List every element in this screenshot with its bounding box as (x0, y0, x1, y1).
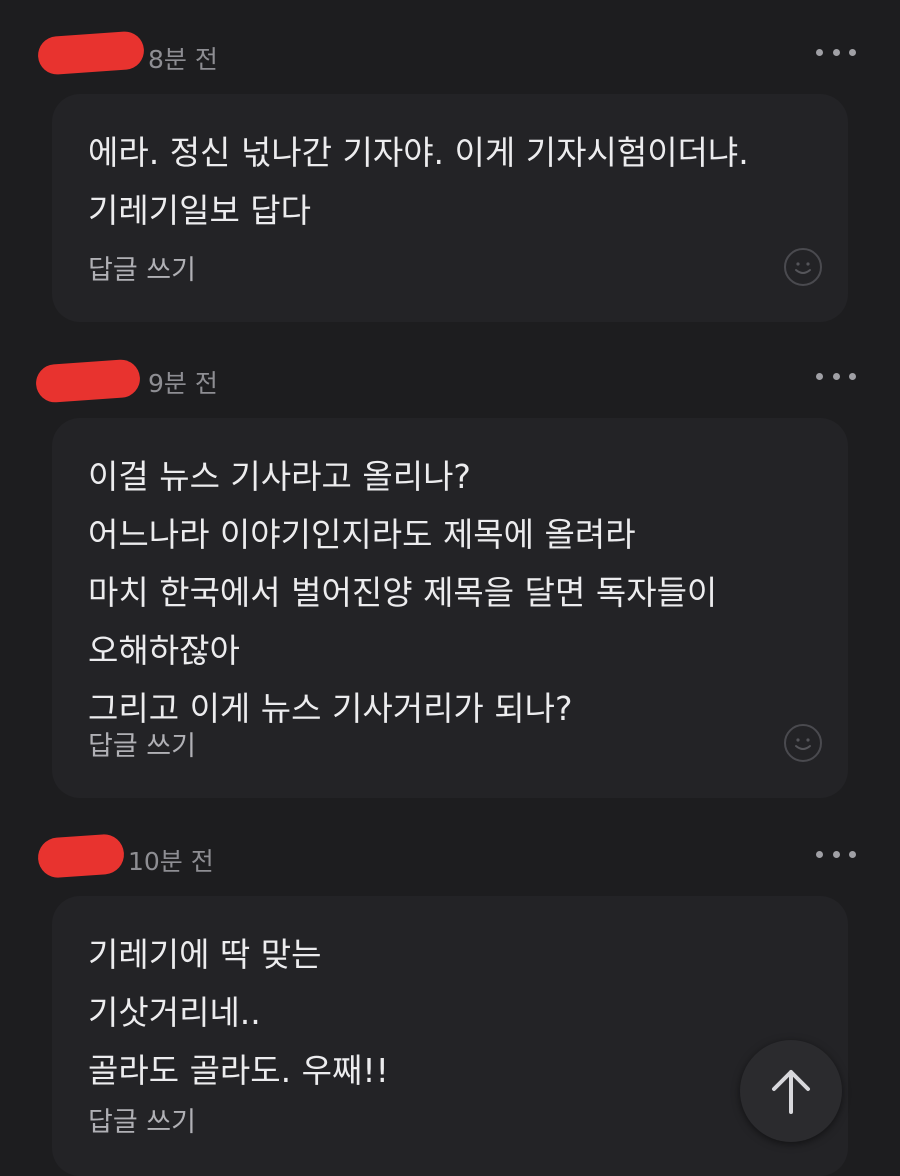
comment-timestamp: 10분 전 (128, 847, 214, 876)
reply-button[interactable]: 답글 쓰기 (88, 248, 196, 287)
comment-text: 기레기에 딱 맞는 기삿거리네.. 골라도 골라도. 우째!! (88, 935, 389, 1090)
redacted-author-name (36, 833, 126, 879)
comment-header: 10분 전 (0, 833, 900, 879)
comment-body: 기레기에 딱 맞는 기삿거리네.. 골라도 골라도. 우째!! 답글 쓰기 (52, 896, 848, 1176)
smile-icon[interactable] (784, 724, 822, 762)
reply-button[interactable]: 답글 쓰기 (88, 1100, 196, 1139)
more-options-icon[interactable] (816, 40, 856, 64)
more-options-icon[interactable] (816, 842, 856, 866)
comment-header: 8분 전 (0, 30, 900, 76)
comment-body: 에라. 정신 넋나간 기자야. 이게 기자시험이더냐. 기레기일보 답다 답글 … (52, 94, 848, 322)
redacted-author-name (34, 358, 142, 404)
reply-button[interactable]: 답글 쓰기 (88, 724, 196, 763)
redacted-author-name (36, 30, 146, 76)
comment-body: 이걸 뉴스 기사라고 올리나? 어느나라 이야기인지라도 제목에 올려라 마치 … (52, 418, 848, 798)
comment-item: 9분 전 이걸 뉴스 기사라고 올리나? 어느나라 이야기인지라도 제목에 올려… (0, 356, 900, 800)
comment-timestamp: 8분 전 (148, 45, 218, 74)
comment-text: 에라. 정신 넋나간 기자야. 이게 기자시험이더냐. 기레기일보 답다 (88, 133, 749, 230)
comment-timestamp: 9분 전 (148, 369, 218, 398)
more-options-icon[interactable] (816, 364, 856, 388)
comment-text: 이걸 뉴스 기사라고 올리나? 어느나라 이야기인지라도 제목에 올려라 마치 … (88, 457, 718, 728)
arrow-up-icon (772, 1070, 810, 1114)
scroll-to-top-button[interactable] (740, 1040, 842, 1142)
smile-icon[interactable] (784, 248, 822, 286)
comment-item: 8분 전 에라. 정신 넋나간 기자야. 이게 기자시험이더냐. 기레기일보 답… (0, 30, 900, 322)
comment-header: 9분 전 (0, 356, 900, 404)
